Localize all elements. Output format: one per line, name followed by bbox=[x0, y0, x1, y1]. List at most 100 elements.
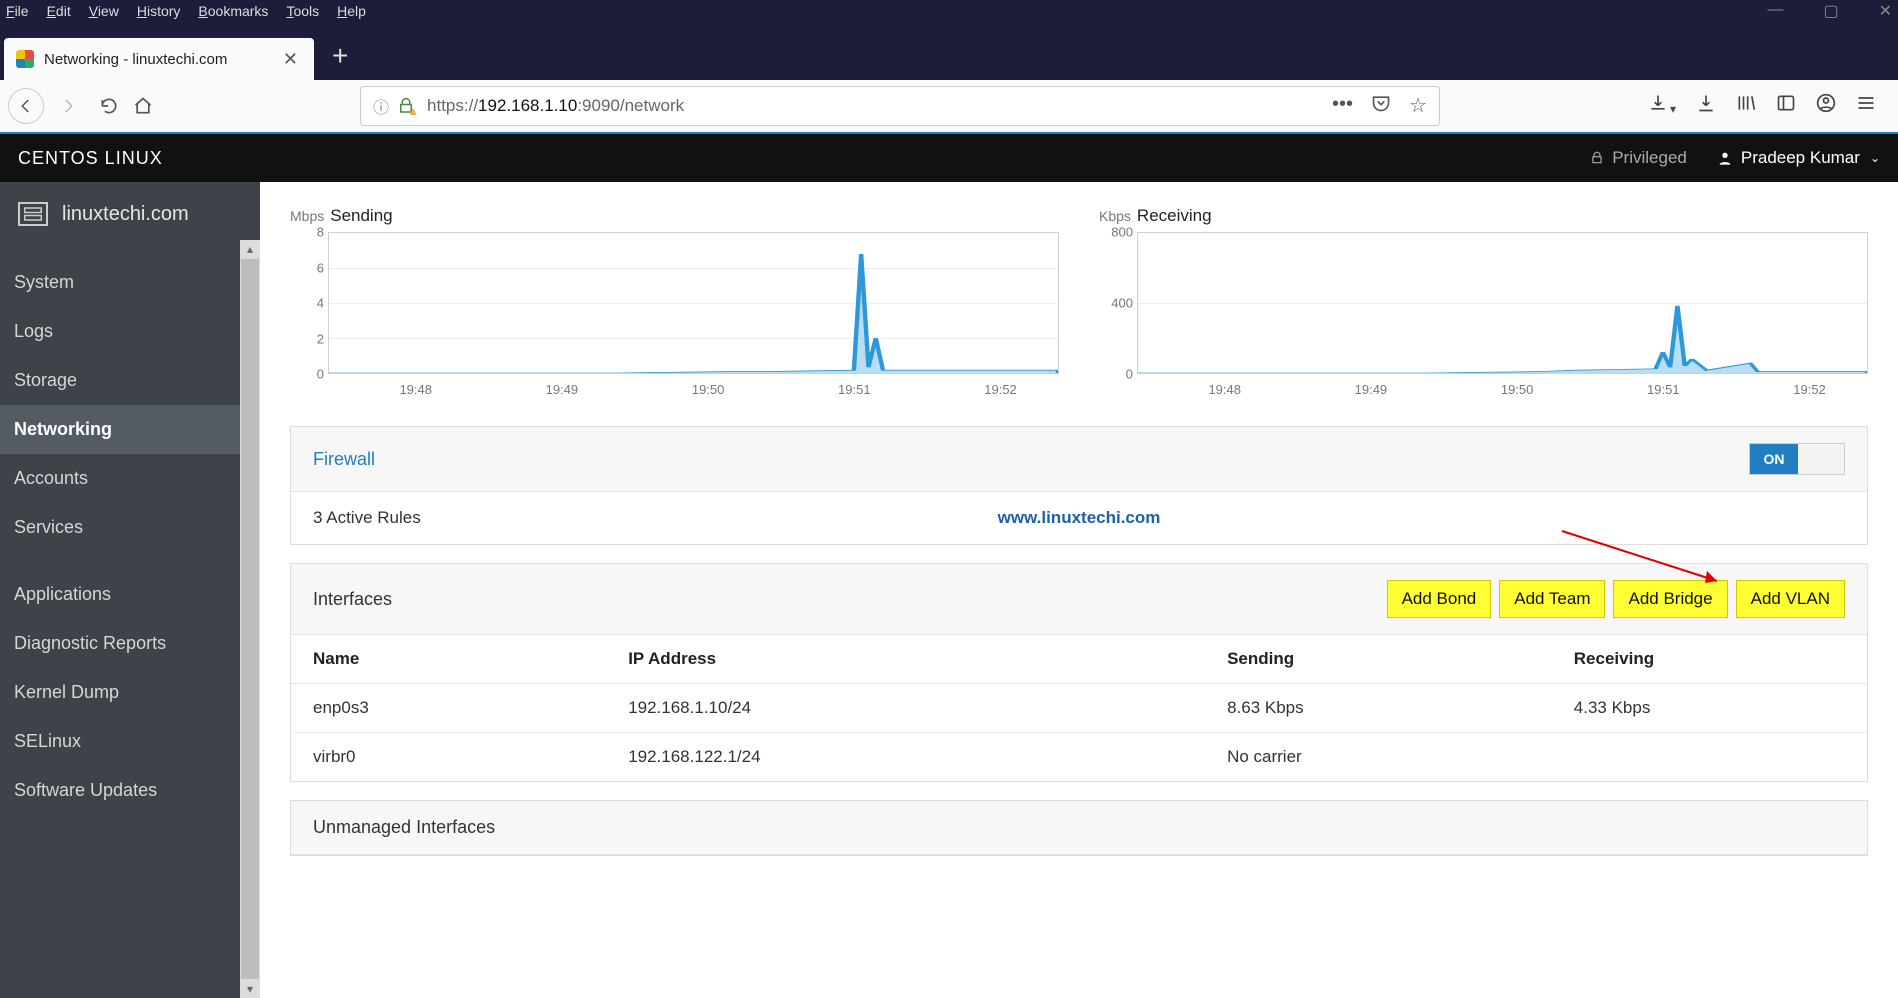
firewall-rules-text: 3 Active Rules bbox=[313, 508, 421, 528]
sidebar-toggle-icon[interactable] bbox=[1776, 93, 1796, 119]
sidebar-item-applications[interactable]: Applications bbox=[0, 570, 260, 619]
hamburger-menu-icon[interactable] bbox=[1856, 93, 1876, 119]
sidebar-scrollbar[interactable]: ▴ ▾ bbox=[240, 240, 260, 998]
add-bridge-button[interactable]: Add Bridge bbox=[1613, 580, 1727, 618]
add-bond-button[interactable]: Add Bond bbox=[1387, 580, 1492, 618]
firewall-header: Firewall ON bbox=[291, 427, 1867, 492]
forward-button[interactable] bbox=[50, 88, 86, 124]
sidebar-item-diagnostic-reports[interactable]: Diagnostic Reports bbox=[0, 619, 260, 668]
new-tab-button[interactable]: + bbox=[332, 40, 348, 72]
main-content: MbpsSending 86420 19:48 19:49 19:5 bbox=[260, 182, 1898, 998]
menu-bookmarks[interactable]: Bookmarks bbox=[198, 3, 268, 19]
sending-line bbox=[329, 233, 1058, 373]
add-team-button[interactable]: Add Team bbox=[1499, 580, 1605, 618]
lock-icon bbox=[1590, 151, 1604, 165]
account-icon[interactable] bbox=[1816, 93, 1836, 119]
window-minimize-icon[interactable]: — bbox=[1767, 1, 1783, 21]
table-row[interactable]: virbr0192.168.122.1/24 No carrier bbox=[291, 733, 1867, 782]
window-close-icon[interactable]: ✕ bbox=[1879, 1, 1892, 21]
pocket-icon[interactable] bbox=[1371, 93, 1391, 119]
chevron-down-icon: ⌄ bbox=[1870, 151, 1880, 165]
sending-yaxis: 86420 bbox=[290, 232, 328, 374]
lock-warning-icon[interactable]: ▲ bbox=[397, 97, 415, 115]
browser-tabstrip: Networking - linuxtechi.com ✕ + bbox=[0, 22, 1898, 80]
firewall-panel: Firewall ON 3 Active Rules www.linuxtech… bbox=[290, 426, 1868, 545]
menu-tools[interactable]: Tools bbox=[286, 3, 319, 19]
receiving-yaxis: 8004000 bbox=[1099, 232, 1137, 374]
browser-tab[interactable]: Networking - linuxtechi.com ✕ bbox=[4, 38, 314, 80]
receiving-plot-area bbox=[1137, 232, 1868, 374]
scroll-thumb[interactable] bbox=[241, 259, 259, 979]
firewall-link[interactable]: Firewall bbox=[313, 449, 375, 470]
privileged-indicator[interactable]: Privileged bbox=[1590, 148, 1687, 168]
reload-button[interactable] bbox=[92, 96, 126, 116]
watermark-text: www.linuxtechi.com bbox=[998, 508, 1161, 528]
unmanaged-title: Unmanaged Interfaces bbox=[313, 817, 495, 838]
tab-title: Networking - linuxtechi.com bbox=[44, 51, 227, 68]
sidebar-item-kernel-dump[interactable]: Kernel Dump bbox=[0, 668, 260, 717]
url-text: https://192.168.1.10:9090/network bbox=[427, 96, 684, 116]
save-page-icon[interactable]: ▾ bbox=[1648, 93, 1676, 119]
table-row[interactable]: enp0s3192.168.1.10/24 8.63 Kbps4.33 Kbps bbox=[291, 684, 1867, 733]
col-ip: IP Address bbox=[606, 635, 1205, 684]
window-maximize-icon[interactable]: ▢ bbox=[1823, 1, 1838, 21]
site-info-icon[interactable]: ⓘ bbox=[373, 94, 389, 118]
bookmark-star-icon[interactable]: ☆ bbox=[1409, 93, 1427, 119]
interfaces-title: Interfaces bbox=[313, 589, 392, 610]
toggle-off-side bbox=[1798, 444, 1844, 474]
sidebar-nav: System Logs Storage Networking Accounts … bbox=[0, 246, 260, 815]
arrow-left-icon bbox=[17, 97, 35, 115]
sending-unit: Mbps bbox=[290, 208, 324, 224]
back-button[interactable] bbox=[8, 88, 44, 124]
sidebar-item-networking[interactable]: Networking bbox=[0, 405, 260, 454]
sidebar-item-system[interactable]: System bbox=[0, 258, 260, 307]
receiving-label: Receiving bbox=[1137, 206, 1212, 225]
sending-xaxis: 19:48 19:49 19:50 19:51 19:52 bbox=[328, 378, 1059, 402]
tab-close-icon[interactable]: ✕ bbox=[279, 49, 302, 70]
reload-icon bbox=[99, 96, 119, 116]
receiving-chart: KbpsReceiving 8004000 19:48 19:49 bbox=[1099, 206, 1868, 402]
user-icon bbox=[1717, 150, 1733, 166]
home-button[interactable] bbox=[126, 96, 160, 116]
table-header-row: Name IP Address Sending Receiving bbox=[291, 635, 1867, 684]
downloads-icon[interactable] bbox=[1696, 93, 1716, 119]
interfaces-panel: Interfaces Add Bond Add Team Add Bridge … bbox=[290, 563, 1868, 782]
sidebar-item-logs[interactable]: Logs bbox=[0, 307, 260, 356]
unmanaged-header: Unmanaged Interfaces bbox=[291, 801, 1867, 855]
sidebar-item-services[interactable]: Services bbox=[0, 503, 260, 552]
cockpit-sidebar: linuxtechi.com System Logs Storage Netwo… bbox=[0, 182, 260, 998]
menu-edit[interactable]: Edit bbox=[47, 3, 71, 19]
receiving-unit: Kbps bbox=[1099, 208, 1131, 224]
host-selector[interactable]: linuxtechi.com bbox=[0, 182, 260, 246]
browser-menubar: File Edit View History Bookmarks Tools H… bbox=[0, 0, 1898, 22]
menu-file[interactable]: File bbox=[6, 3, 29, 19]
menu-history[interactable]: History bbox=[137, 3, 181, 19]
host-name: linuxtechi.com bbox=[62, 203, 189, 226]
menu-help[interactable]: Help bbox=[337, 3, 366, 19]
toggle-on-label: ON bbox=[1750, 444, 1798, 474]
sidebar-item-accounts[interactable]: Accounts bbox=[0, 454, 260, 503]
menu-view[interactable]: View bbox=[89, 3, 119, 19]
sidebar-item-selinux[interactable]: SELinux bbox=[0, 717, 260, 766]
sidebar-item-software-updates[interactable]: Software Updates bbox=[0, 766, 260, 815]
arrow-right-icon bbox=[59, 97, 77, 115]
tab-favicon-icon bbox=[16, 50, 34, 68]
receiving-xaxis: 19:48 19:49 19:50 19:51 19:52 bbox=[1137, 378, 1868, 402]
unmanaged-panel: Unmanaged Interfaces bbox=[290, 800, 1868, 856]
scroll-up-icon[interactable]: ▴ bbox=[247, 240, 253, 258]
scroll-down-icon[interactable]: ▾ bbox=[247, 980, 253, 998]
cockpit-header: CENTOS LINUX Privileged Pradeep Kumar ⌄ bbox=[0, 134, 1898, 182]
interfaces-header: Interfaces Add Bond Add Team Add Bridge … bbox=[291, 564, 1867, 635]
page-actions-icon[interactable]: ••• bbox=[1332, 93, 1353, 119]
firewall-toggle[interactable]: ON bbox=[1749, 443, 1845, 475]
library-icon[interactable] bbox=[1736, 93, 1756, 119]
sidebar-item-storage[interactable]: Storage bbox=[0, 356, 260, 405]
col-sending: Sending bbox=[1205, 635, 1552, 684]
sending-label: Sending bbox=[330, 206, 392, 225]
user-menu[interactable]: Pradeep Kumar ⌄ bbox=[1717, 148, 1880, 168]
cockpit-brand: CENTOS LINUX bbox=[18, 148, 163, 169]
url-bar[interactable]: ⓘ ▲ https://192.168.1.10:9090/network ••… bbox=[360, 86, 1440, 126]
server-icon bbox=[18, 202, 48, 226]
firewall-rules-row[interactable]: 3 Active Rules www.linuxtechi.com bbox=[291, 492, 1867, 544]
add-vlan-button[interactable]: Add VLAN bbox=[1736, 580, 1845, 618]
